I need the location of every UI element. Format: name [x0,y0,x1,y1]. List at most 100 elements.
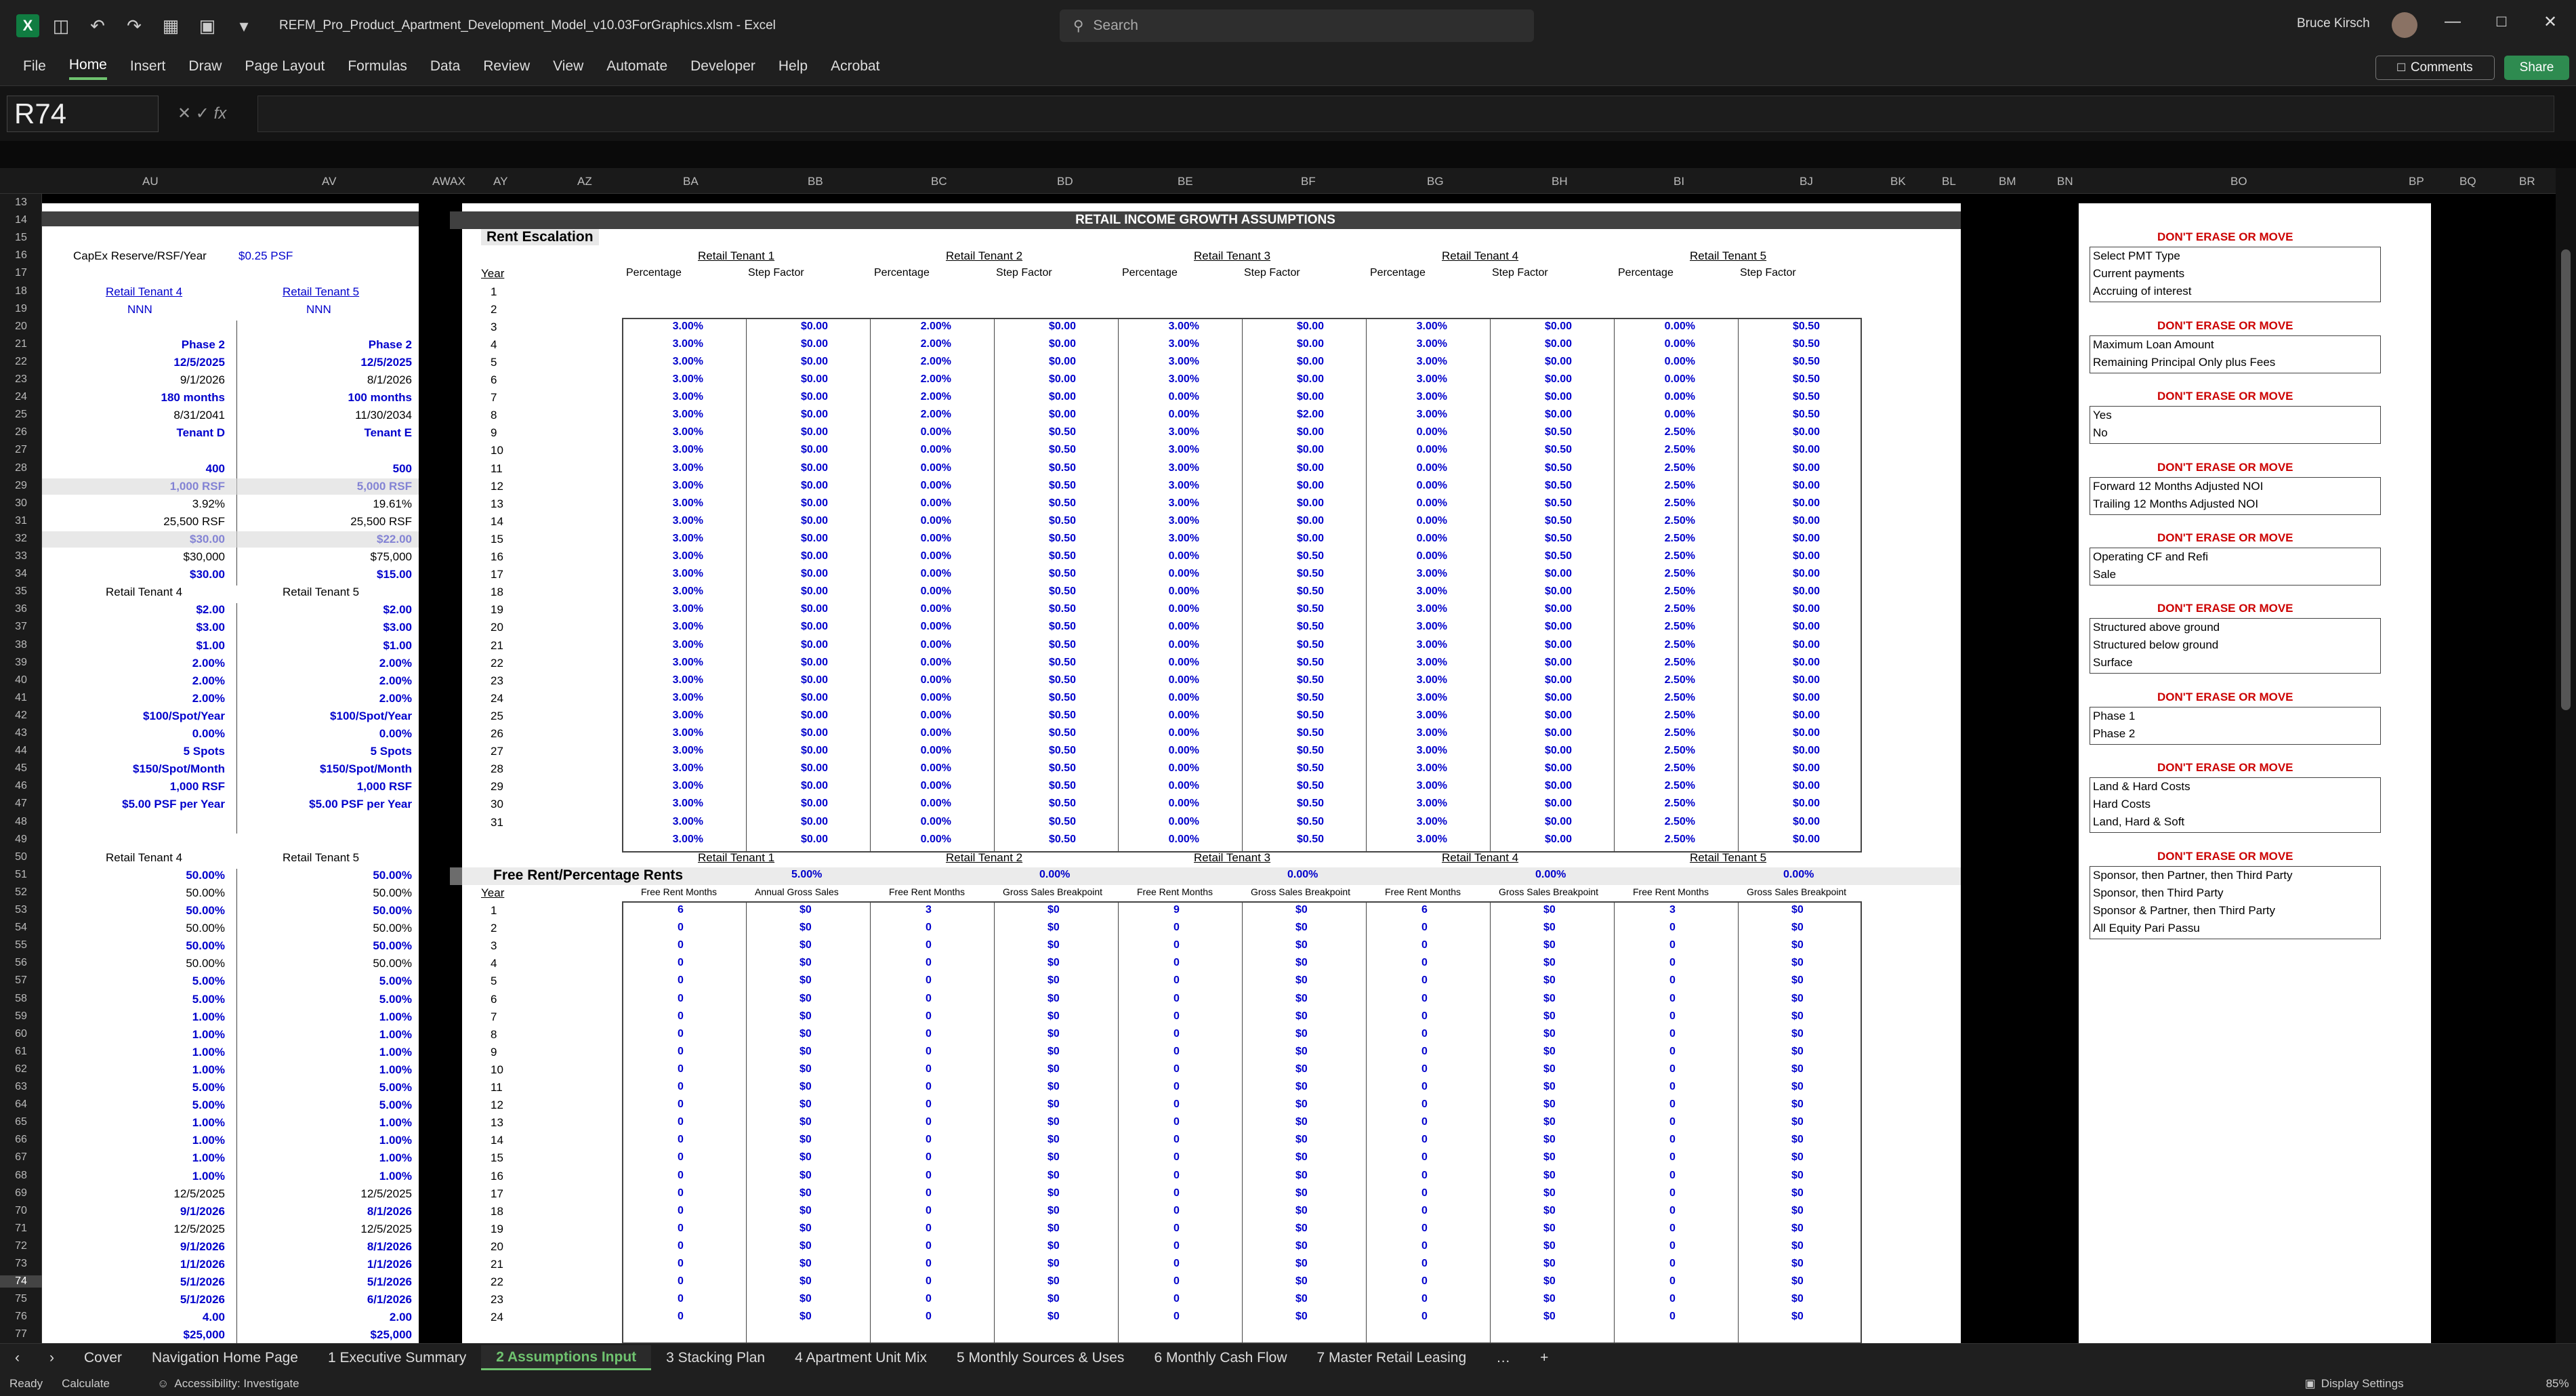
column-header-az[interactable]: AZ [577,175,592,188]
list-item[interactable]: Current payments [2093,265,2380,283]
list-item[interactable]: Structured above ground [2093,619,2380,636]
tenant4-rate-value[interactable]: 1.00% [192,1028,225,1042]
free-rent-months-value[interactable]: 0 [1421,1170,1428,1182]
fx-icon[interactable]: fx [214,104,227,123]
gross-sales-value[interactable]: $0 [799,1240,812,1252]
tenant5-step-factor[interactable]: $0.00 [1793,462,1820,474]
column-header-bh[interactable]: BH [1552,175,1568,188]
row-header-53[interactable]: 53 [0,904,42,916]
tenant3-step-factor[interactable]: $0.00 [1297,533,1324,545]
comments-button[interactable]: □ Comments [2375,56,2495,80]
free-rent-months-value[interactable]: 0 [1173,1187,1180,1199]
tenant1-escalation-pct[interactable]: 3.00% [673,780,703,792]
tenant2-escalation-pct[interactable]: 0.00% [921,798,951,810]
row-header-49[interactable]: 49 [0,834,42,846]
tenant1-step-factor[interactable]: $0.00 [801,745,828,757]
free-rent-months-value[interactable]: 0 [1421,1134,1428,1146]
tenant1-escalation-pct[interactable]: 3.00% [673,321,703,333]
tenant5-escalation-pct[interactable]: 0.00% [1665,409,1695,421]
tenant1-step-factor[interactable]: $0.00 [801,409,828,421]
vertical-scrollbar[interactable] [2556,168,2576,1343]
list-item[interactable]: Trailing 12 Months Adjusted NOI [2093,495,2380,513]
row-header-57[interactable]: 57 [0,974,42,987]
tenant5-rate-value[interactable]: 1.00% [379,1063,412,1077]
tenant5-opex-value[interactable]: 5 Spots [371,745,412,758]
column-header-au[interactable]: AU [142,175,159,188]
gross-sales-value[interactable]: $0 [1295,1046,1308,1058]
row-header-55[interactable]: 55 [0,939,42,951]
tenant4-value[interactable]: 25,500 RSF [163,515,225,529]
tenant1-escalation-pct[interactable]: 3.00% [673,444,703,456]
tenant1-step-factor[interactable]: $0.00 [801,639,828,651]
tenant5-rate-value[interactable]: 1.00% [379,1116,412,1130]
tenant4-rate-value[interactable]: 9/1/2026 [180,1240,225,1254]
tenant4-opex-value[interactable]: 2.00% [192,692,225,705]
row-header-67[interactable]: 67 [0,1151,42,1164]
row-header-70[interactable]: 70 [0,1205,42,1217]
gross-sales-value[interactable]: $0 [1047,1223,1060,1235]
tenant5-opex-value[interactable]: $3.00 [383,621,412,634]
tenant1-step-factor[interactable]: $0.00 [801,321,828,333]
gross-sales-value[interactable]: $0 [1047,1134,1060,1146]
tenant1-step-factor[interactable]: $0.00 [801,356,828,368]
gross-sales-value[interactable]: $0 [1295,993,1308,1005]
row-header-36[interactable]: 36 [0,603,42,615]
free-rent-months-value[interactable]: 0 [1421,1010,1428,1023]
tenant3-escalation-pct[interactable]: 0.00% [1169,745,1199,757]
row-header-64[interactable]: 64 [0,1099,42,1111]
tenant5-rate-value[interactable]: 1.00% [379,1170,412,1183]
tenant2-step-factor[interactable]: $0.50 [1049,515,1076,527]
tenant5-escalation-pct[interactable]: 0.00% [1665,356,1695,368]
tenant3-escalation-pct[interactable]: 3.00% [1169,480,1199,492]
free-rent-months-value[interactable]: 0 [926,1063,932,1075]
tenant3-escalation-pct[interactable]: 0.00% [1169,692,1199,704]
free-rent-months-value[interactable]: 0 [1421,1099,1428,1111]
tenant5-escalation-pct[interactable]: 2.50% [1665,674,1695,686]
free-rent-months-value[interactable]: 0 [1173,1151,1180,1164]
tenant4-opex-value[interactable]: 2.00% [192,674,225,688]
tenant5-escalation-pct[interactable]: 2.50% [1665,639,1695,651]
list-item[interactable]: No [2093,424,2380,442]
column-header-awax[interactable]: AWAX [432,175,465,188]
tenant4-rate-value[interactable]: 1.00% [192,1134,225,1147]
tenant5-escalation-pct[interactable]: 2.50% [1665,497,1695,510]
gross-sales-value[interactable]: $0 [1791,1046,1804,1058]
tenant4-rate-value[interactable]: 5.00% [192,1099,225,1112]
row-header-25[interactable]: 25 [0,409,42,421]
tenant5-step-factor[interactable]: $0.50 [1793,391,1820,403]
gross-sales-value[interactable]: $0 [1295,1293,1308,1305]
tenant5-opex-value[interactable]: 2.00% [379,674,412,688]
tenant4-value[interactable]: 12/5/2025 [173,356,225,369]
tenant1-escalation-pct[interactable]: 3.00% [673,462,703,474]
free-rent-months-value[interactable]: 0 [926,922,932,934]
minimize-icon[interactable]: — [2432,12,2473,39]
tenant2-step-factor[interactable]: $0.50 [1049,533,1076,545]
row-header-47[interactable]: 47 [0,798,42,810]
tenant3-escalation-pct[interactable]: 0.00% [1169,568,1199,580]
gross-sales-value[interactable]: $0 [1295,957,1308,969]
zoom-level[interactable]: 85% [2546,1377,2569,1391]
tenant4-value[interactable]: 180 months [161,391,225,405]
free-rent-months-value[interactable]: 0 [678,974,684,987]
tenant5-opex-value[interactable]: 0.00% [379,727,412,741]
tenant4-escalation-pct[interactable]: 3.00% [1417,692,1447,704]
tenant1-step-factor[interactable]: $0.00 [801,444,828,456]
gross-sales-value[interactable]: $0 [1295,974,1308,987]
tenant2-escalation-pct[interactable]: 0.00% [921,816,951,828]
tenant5-value[interactable]: $15.00 [377,568,412,581]
tenant5-escalation-pct[interactable]: 2.50% [1665,745,1695,757]
gross-sales-value[interactable]: $0 [799,1046,812,1058]
share-button[interactable]: Share [2504,56,2569,80]
tenant4-value[interactable]: Tenant D [177,426,225,440]
row-header-74[interactable]: 74 [0,1275,42,1288]
row-header-19[interactable]: 19 [0,303,42,315]
free-rent-months-value[interactable]: 0 [678,1205,684,1217]
free-rent-months-value[interactable]: 0 [1669,1258,1676,1270]
tenant3-step-factor[interactable]: $0.00 [1297,444,1324,456]
gross-sales-value[interactable]: $0 [1295,1275,1308,1288]
tenant2-escalation-pct[interactable]: 0.00% [921,550,951,562]
row-header-65[interactable]: 65 [0,1116,42,1128]
tenant2-escalation-pct[interactable]: 2.00% [921,373,951,386]
tenant4-step-factor[interactable]: $0.00 [1545,834,1572,846]
tenant1-step-factor[interactable]: $0.00 [801,462,828,474]
